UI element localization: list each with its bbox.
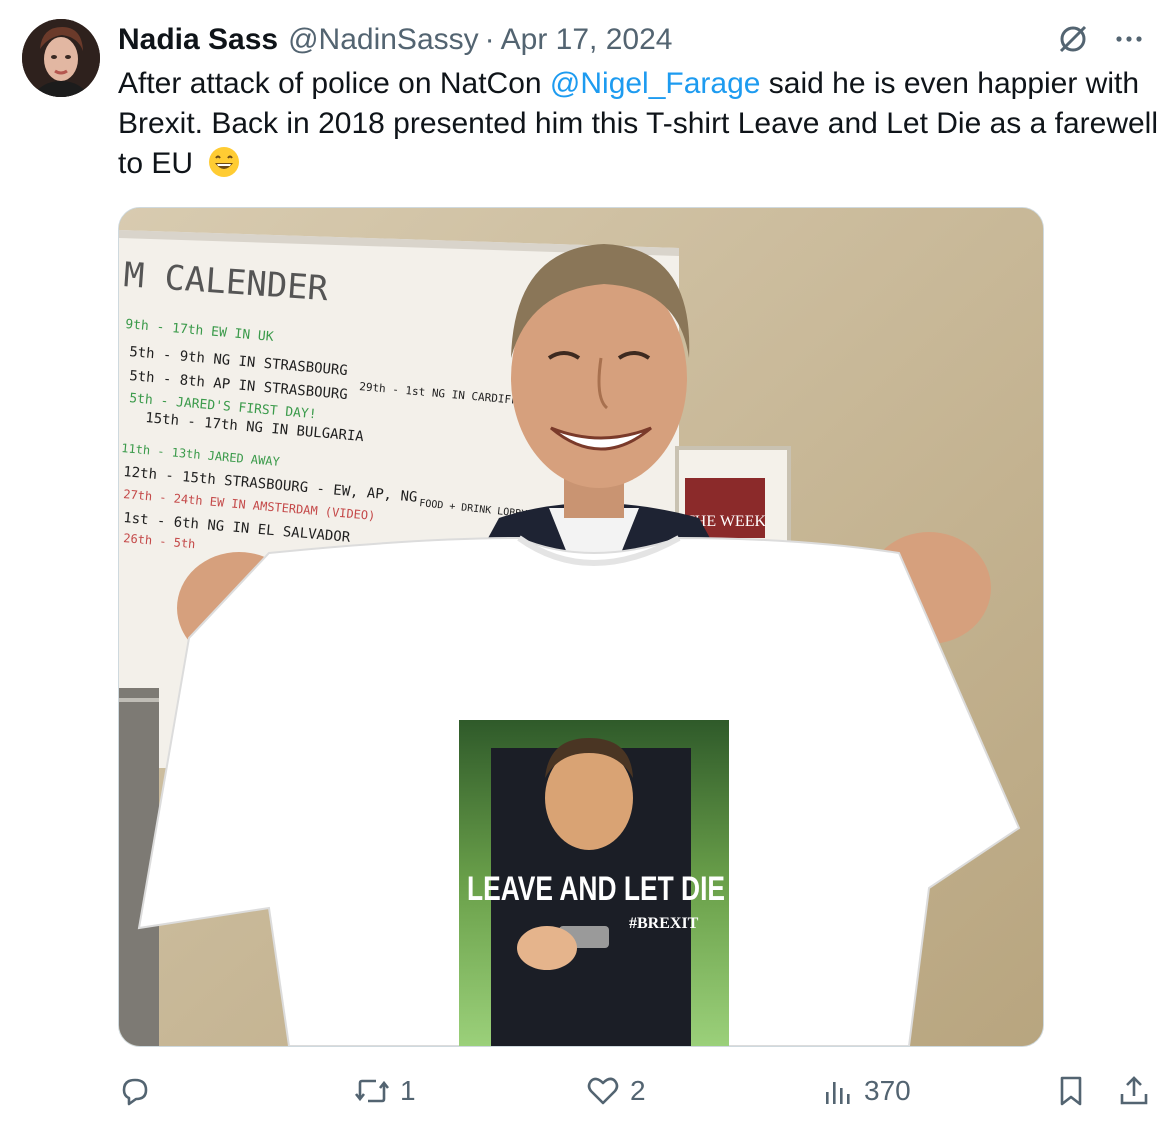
tweet-date[interactable]: Apr 17, 2024 xyxy=(501,23,673,57)
shirt-title: LEAVE AND LET DIE xyxy=(467,870,725,908)
separator-dot: · xyxy=(484,23,495,56)
tweet-actions: 1 2 370 xyxy=(0,1068,1168,1114)
retweet-count: 1 xyxy=(400,1075,416,1106)
tweet-photo[interactable]: M CALENDER 9th - 17th EW IN UK 5th - 9th… xyxy=(118,207,1044,1047)
share-icon xyxy=(1118,1074,1150,1108)
shirt-hashtag: #BREXIT xyxy=(629,915,699,932)
tweet-header: Nadia Sass @NadinSassy · Apr 17, 2024 xyxy=(118,22,672,58)
bookmark-button[interactable] xyxy=(1056,1068,1086,1114)
views-count: 370 xyxy=(864,1075,911,1106)
tweet-text-part1: After attack of police on NatCon xyxy=(118,67,550,100)
grinning-face-emoji xyxy=(207,145,241,179)
analytics-icon xyxy=(822,1074,854,1108)
tweet-top-actions xyxy=(1056,22,1146,56)
reply-icon xyxy=(118,1074,152,1108)
grok-icon[interactable] xyxy=(1056,22,1090,56)
mention-link[interactable]: @Nigel_Farage xyxy=(550,67,761,100)
more-options-icon[interactable] xyxy=(1112,22,1146,56)
author-handle[interactable]: @NadinSassy xyxy=(288,23,479,57)
like-count: 2 xyxy=(630,1075,646,1106)
tweet-text: After attack of police on NatCon @Nigel_… xyxy=(118,64,1158,184)
bookmark-icon xyxy=(1056,1074,1086,1108)
heart-icon xyxy=(586,1074,620,1108)
retweet-button[interactable]: 1 xyxy=(354,1068,416,1114)
avatar[interactable] xyxy=(22,19,100,97)
like-button[interactable]: 2 xyxy=(586,1068,646,1114)
retweet-icon xyxy=(354,1074,390,1108)
share-button[interactable] xyxy=(1118,1068,1150,1114)
reply-button[interactable] xyxy=(118,1068,162,1114)
author-name[interactable]: Nadia Sass xyxy=(118,23,278,57)
views-button[interactable]: 370 xyxy=(822,1068,911,1114)
